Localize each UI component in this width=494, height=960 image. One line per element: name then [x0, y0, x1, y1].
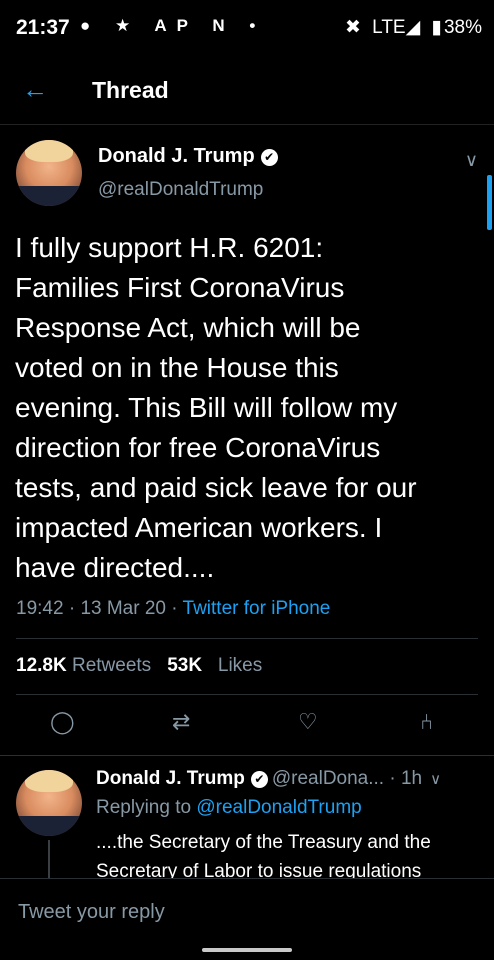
reply-author-name[interactable]: Donald J. Trump: [96, 768, 245, 789]
tweet-source-link[interactable]: Twitter for iPhone: [183, 598, 331, 619]
mute-icon: ✖: [344, 17, 361, 38]
author-name-text: Donald J. Trump: [98, 145, 255, 167]
reply-composer: [0, 878, 494, 945]
chevron-down-icon[interactable]: ∨: [465, 150, 478, 171]
status-time: 21:37: [16, 16, 70, 39]
divider: [16, 694, 478, 695]
status-right: ✖ LTE◢ ▮ 38%: [339, 16, 482, 39]
retweets-count: 12.8K: [16, 655, 67, 676]
home-indicator[interactable]: [202, 948, 292, 952]
tweet-date: 13 Mar 20: [80, 598, 166, 619]
notification-icons: ● ★ AP N •: [80, 16, 266, 35]
page-title: Thread: [92, 77, 169, 103]
replying-to-link[interactable]: @realDonaldTrump: [196, 797, 361, 818]
verified-icon: ✔: [250, 771, 268, 788]
reply-input[interactable]: [16, 895, 460, 929]
reply-icon[interactable]: ◯: [50, 709, 75, 735]
retweet-icon[interactable]: ⇄: [172, 709, 190, 735]
tweet-actions: ◯ ⇄ ♡ ⑃: [0, 705, 494, 745]
network-indicator: LTE◢: [372, 17, 421, 38]
share-icon[interactable]: ⑃: [420, 709, 433, 735]
reply-header: Donald J. Trump ✔ @realDona... · 1h ∨: [96, 768, 484, 790]
back-arrow-icon[interactable]: ←: [22, 74, 48, 105]
reply-tweet-text: ....the Secretary of the Treasury and th…: [96, 832, 431, 878]
battery-icon: ▮: [431, 17, 442, 38]
scrollbar[interactable]: [487, 175, 492, 230]
reply-handle-time: @realDona... · 1h: [271, 768, 423, 789]
tweet-text: I fully support H.R. 6201: Families Firs…: [15, 232, 417, 583]
verified-icon: ✔: [260, 149, 278, 166]
retweets-link[interactable]: 12.8K Retweets: [16, 655, 151, 676]
divider: [0, 755, 494, 756]
battery-level: 38%: [443, 17, 482, 38]
author-name[interactable]: Donald J. Trump ✔: [98, 145, 278, 168]
tweet-time: 19:42: [16, 598, 64, 619]
thread-header: ← Thread: [0, 60, 494, 125]
replying-prefix: Replying to: [96, 797, 192, 818]
status-bar: 21:37 ● ★ AP N • ✖ LTE◢ ▮ 38%: [0, 0, 494, 56]
divider: [16, 638, 478, 639]
meta-separator: ·: [63, 598, 81, 619]
author-handle[interactable]: @realDonaldTrump: [98, 179, 263, 201]
avatar[interactable]: [16, 140, 82, 206]
thread-connector-line: [48, 840, 50, 880]
likes-label: Likes: [217, 655, 263, 676]
likes-count: 53K: [167, 655, 203, 676]
chevron-down-icon[interactable]: ∨: [430, 771, 441, 788]
avatar[interactable]: [16, 770, 82, 836]
retweets-label: Retweets: [71, 655, 152, 676]
replying-to: Replying to @realDonaldTrump: [96, 797, 362, 819]
tweet-meta: 19:42 · 13 Mar 20 · Twitter for iPhone: [16, 598, 330, 620]
like-icon[interactable]: ♡: [298, 709, 318, 735]
tweet-stats: 12.8K Retweets 53K Likes: [16, 655, 262, 677]
likes-link[interactable]: 53K Likes: [167, 655, 262, 676]
meta-separator: ·: [165, 598, 183, 619]
